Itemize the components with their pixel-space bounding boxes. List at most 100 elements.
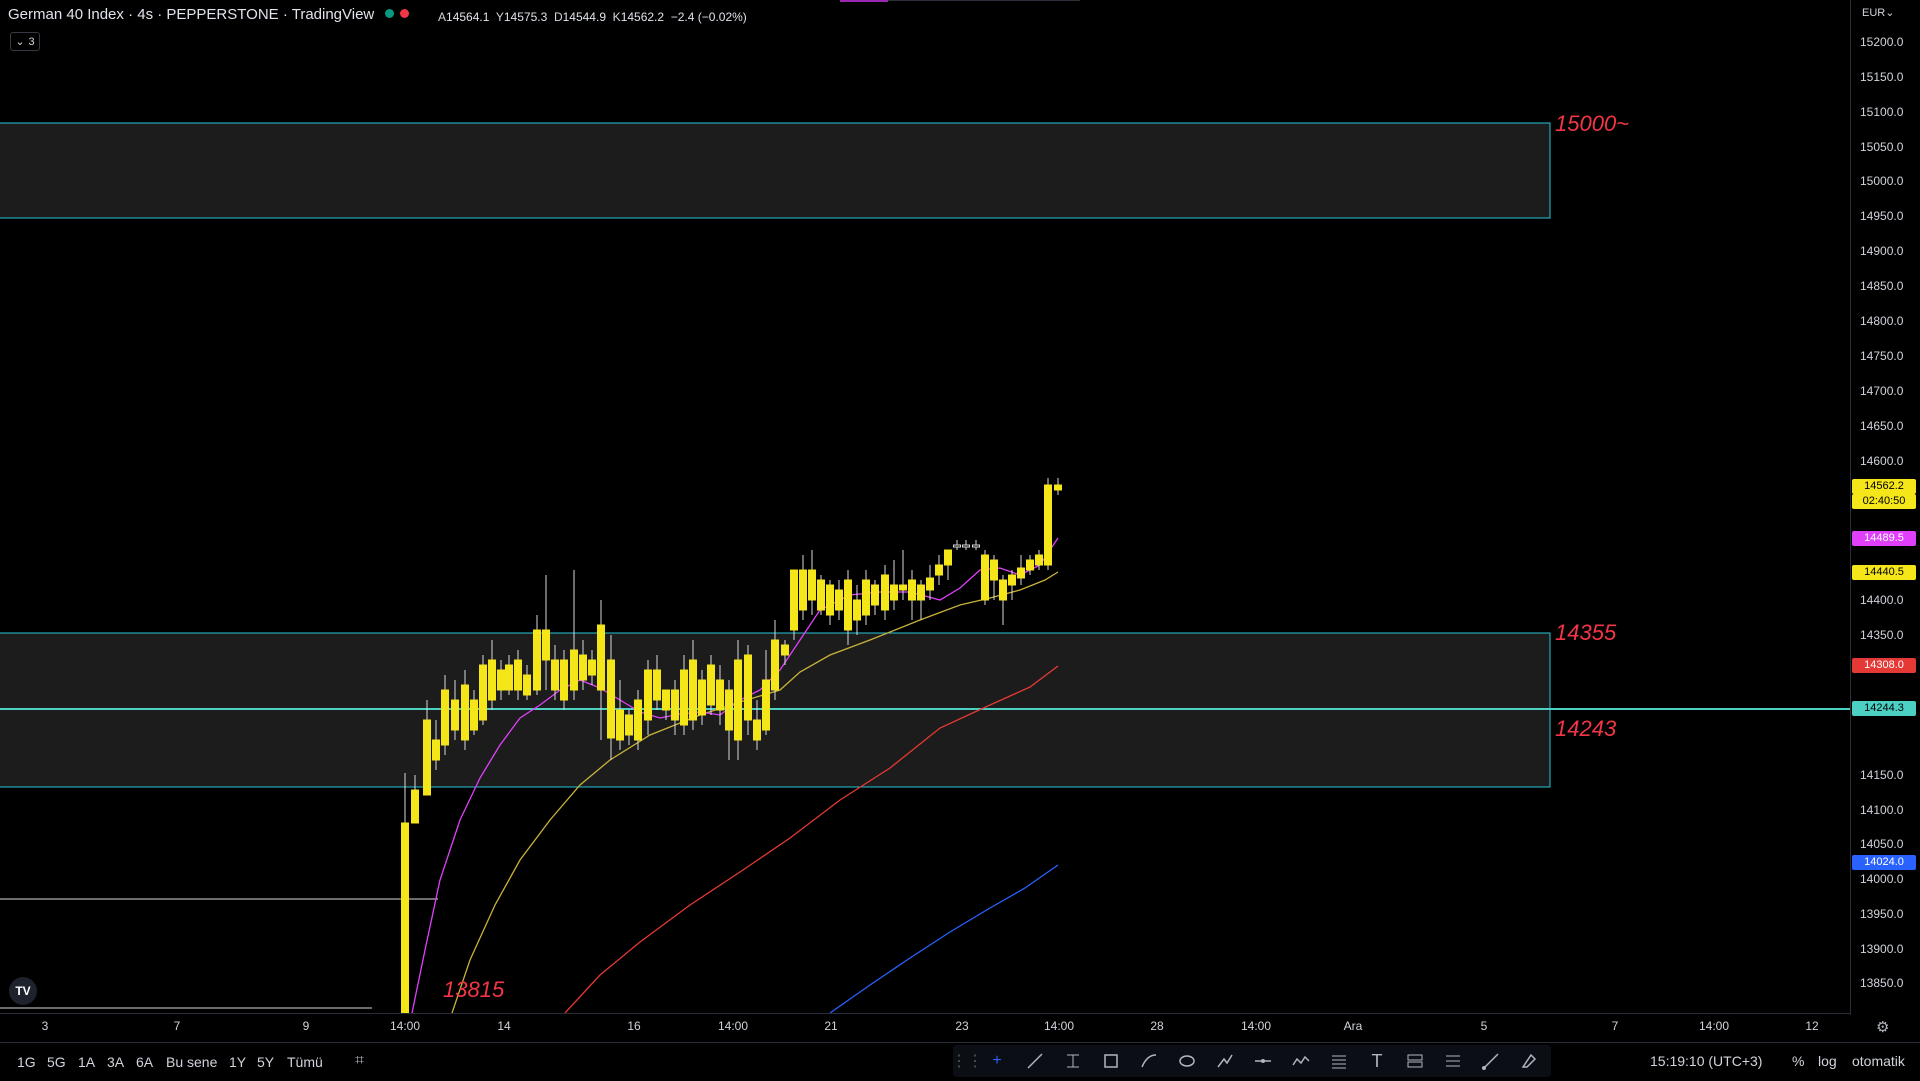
ema-blue-label: 14024.0 [1852,855,1916,870]
candle-body [1035,554,1043,566]
text-icon[interactable]: T [1361,1047,1393,1075]
candle-body [570,649,578,691]
rectangle-icon[interactable] [1095,1047,1127,1075]
horizontal-ray-icon[interactable] [1247,1047,1279,1075]
time-tick: 21 [824,1019,838,1033]
candle-body [725,689,733,731]
crosshair-icon[interactable]: + [981,1047,1013,1075]
candle-body [625,714,633,736]
candle-body [542,629,550,661]
position-short-icon[interactable] [1437,1047,1469,1075]
candle-body [653,669,661,701]
price-chart[interactable] [0,0,1850,1013]
candle-body [680,669,688,726]
time-axis[interactable] [0,1013,1850,1042]
candle-body [488,659,496,701]
timeframe-button[interactable]: 5Y [257,1054,274,1070]
price-tick: 14050.0 [1860,837,1904,851]
candle-body [826,584,834,616]
eraser-icon[interactable] [1513,1047,1545,1075]
auto-scale-button[interactable]: otomatik [1852,1053,1905,1069]
zone-label-14355: 14355 [1555,620,1617,645]
candle-body [423,719,431,796]
zone-label-15000: 15000~ [1555,111,1630,136]
candle-body [835,589,843,611]
candle-body [432,739,440,761]
price-tick: 14900.0 [1860,244,1904,258]
bar-countdown-label: 02:40:50 [1852,494,1916,509]
price-tick: 13900.0 [1860,942,1904,956]
candle-body [899,584,907,591]
candle-body [817,579,825,611]
candle-body [999,579,1007,601]
ellipse-icon[interactable] [1171,1047,1203,1075]
candle-body [734,659,742,741]
candle-body [698,679,706,716]
timeframe-button[interactable]: Bu sene [166,1054,217,1070]
price-tick: 14400.0 [1860,593,1904,607]
drag-handle-icon[interactable]: ⋮⋮ [951,1047,983,1075]
currency-selector[interactable]: EUR⌄ [1862,6,1894,19]
timeframe-button[interactable]: 6A [136,1054,153,1070]
hline-label: 14244.3 [1852,701,1916,716]
timeframe-button[interactable]: 1A [78,1054,95,1070]
time-tick: 14:00 [717,1019,749,1033]
ema-blue [829,864,1059,1013]
candle-body [607,659,615,739]
candle-body [411,789,419,824]
brush-icon[interactable] [1133,1047,1165,1075]
ema-red-label: 14308.0 [1852,658,1916,673]
time-tick: 9 [302,1019,310,1033]
candle-body [497,669,505,691]
path-icon[interactable] [1209,1047,1241,1075]
candle-body [862,579,870,616]
timeframe-button[interactable]: 1Y [229,1054,246,1070]
time-tick: 23 [955,1019,969,1033]
candle-body [935,564,943,576]
price-tick: 15150.0 [1860,70,1904,84]
timeframe-button[interactable]: Tümü [287,1054,323,1070]
price-tick: 14150.0 [1860,768,1904,782]
percent-scale-button[interactable]: % [1792,1053,1804,1069]
candle-body [479,664,487,721]
candle-body [881,574,889,611]
log-scale-button[interactable]: log [1818,1053,1837,1069]
candle-body [634,699,642,741]
candle-body [523,674,531,696]
time-tick: 14:00 [1698,1019,1730,1033]
gear-icon[interactable]: ⚙ [1876,1018,1889,1036]
timeframe-button[interactable]: 1G [17,1054,36,1070]
date-range-calendar-icon[interactable]: ⌗ [355,1052,364,1070]
candle-body [781,644,789,656]
time-tick: 14:00 [1043,1019,1075,1033]
candle-body [808,569,816,601]
ema-yellow-label: 14440.5 [1852,565,1916,580]
price-tick: 14800.0 [1860,314,1904,328]
candle-body [1054,484,1062,491]
time-tick: Ara [1343,1019,1363,1033]
candle-body [579,654,587,681]
forecast-icon[interactable] [1475,1047,1507,1075]
fib-icon[interactable] [1057,1047,1089,1075]
trend-line-icon[interactable] [1019,1047,1051,1075]
candle-body [505,664,513,691]
position-long-icon[interactable] [1399,1047,1431,1075]
candle-body [871,584,879,606]
pattern-icon[interactable] [1285,1047,1317,1075]
candle-body [844,579,852,631]
timeframe-button[interactable]: 3A [107,1054,124,1070]
price-tick: 14700.0 [1860,384,1904,398]
tradingview-logo-icon[interactable]: TV [9,977,37,1005]
timeframe-button[interactable]: 5G [47,1054,66,1070]
candle-body [853,599,861,621]
candle-body [771,639,779,691]
candle-body [588,659,596,676]
drawing-toolbar: ⋮⋮ + T [951,1045,1551,1077]
candle-body [799,569,807,611]
candle-body [1026,559,1034,571]
price-tick: 15200.0 [1860,35,1904,49]
candle-body [461,684,469,741]
fib-channel-icon[interactable] [1323,1047,1355,1075]
time-tick: 3 [41,1019,49,1033]
clock-timezone[interactable]: 15:19:10 (UTC+3) [1650,1053,1762,1069]
